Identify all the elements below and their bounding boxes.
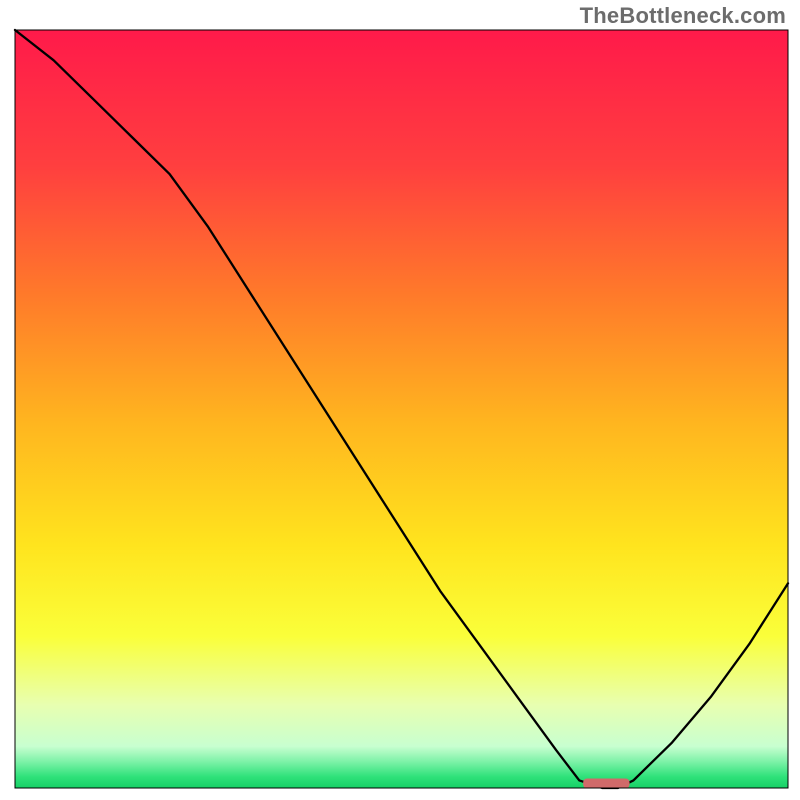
watermark-text: TheBottleneck.com [580,3,786,29]
optimal-marker [583,778,629,788]
bottleneck-chart [0,0,800,800]
chart-gradient-area [15,30,788,788]
